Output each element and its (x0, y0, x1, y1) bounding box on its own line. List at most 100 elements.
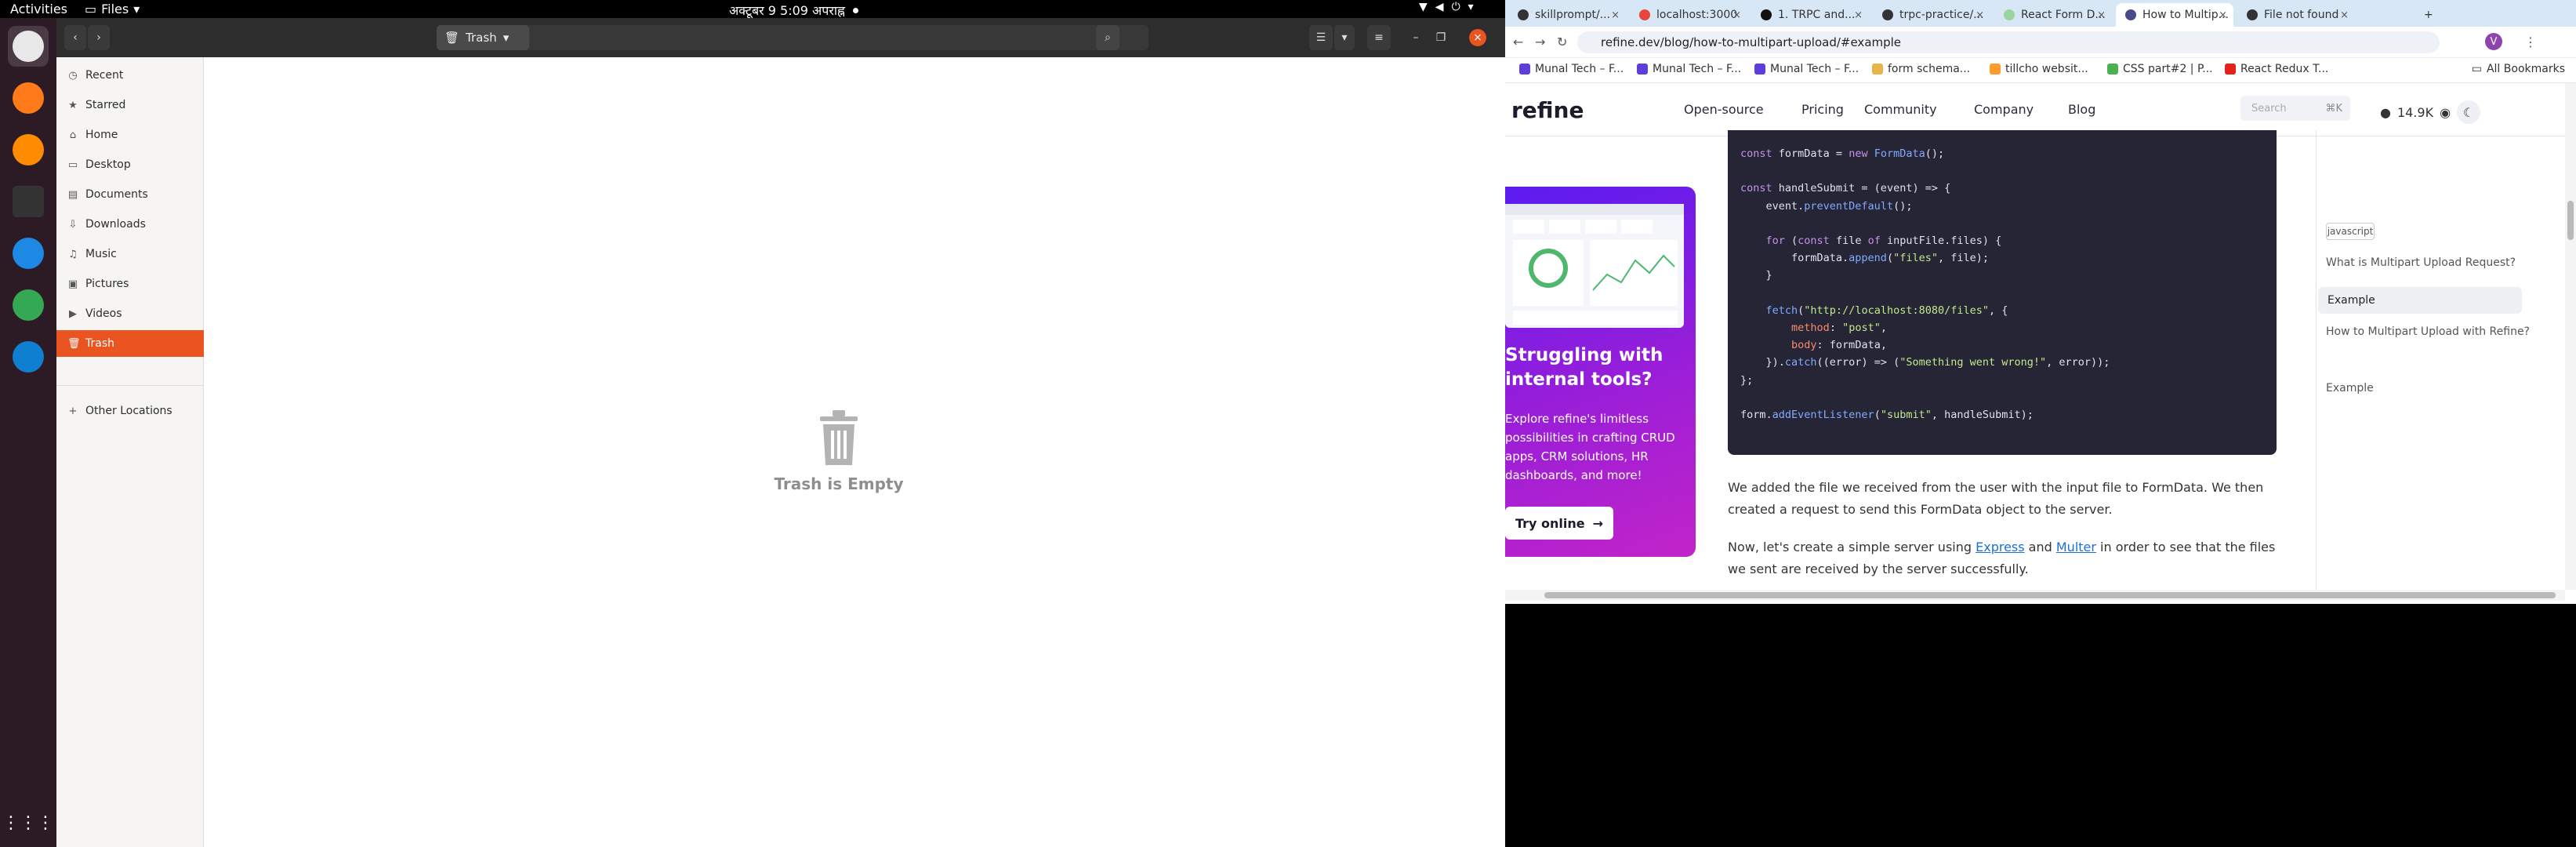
site-logo[interactable]: refine (1511, 97, 1584, 123)
tab-1[interactable]: skillprompt/... × (1508, 3, 1626, 27)
express-link[interactable]: Express (1976, 540, 2024, 554)
profile-avatar[interactable]: V (2485, 33, 2502, 50)
menu-button[interactable]: ≡ (1367, 25, 1391, 50)
files-icon[interactable] (8, 26, 49, 67)
kebab-menu-icon[interactable]: ⋮ (2524, 35, 2537, 49)
tab-6[interactable]: How to Multip... × (2116, 3, 2233, 27)
tag-javascript[interactable]: javascript (2326, 223, 2375, 240)
downloads-icon: ⇩ (68, 218, 78, 231)
tab-label: React Form D... (2021, 9, 2106, 21)
sidebar-item-downloads[interactable]: ⇩ Downloads (56, 211, 204, 238)
close-icon[interactable]: × (2097, 9, 2106, 21)
toc-item[interactable]: Example (2318, 287, 2522, 314)
tab-4[interactable]: trpc-practice/... × (1873, 3, 1990, 27)
bookmark-1[interactable]: Munal Tech – F... (1519, 63, 1624, 75)
discord-icon[interactable]: ◉ (2440, 105, 2451, 120)
theme-toggle-icon[interactable]: ☾ (2457, 100, 2481, 124)
forward-icon[interactable]: → (1535, 35, 1545, 49)
bookmark-6[interactable]: CSS part#2 | P... (2107, 63, 2213, 75)
show-apps-icon[interactable]: ⋮⋮⋮ (2, 802, 54, 843)
minimize-button[interactable]: – (1406, 25, 1425, 50)
code-line: for (const file of inputFile.files) { (1765, 234, 2002, 247)
scroll-thumb[interactable] (2567, 201, 2574, 240)
toc-item[interactable]: Example (2326, 380, 2530, 397)
bookmarks-bar: ▭ All Bookmarks Munal Tech – F... Munal T… (1505, 58, 2576, 83)
site-search[interactable]: Search ⌘K (2240, 96, 2350, 121)
app-menu[interactable]: ▭ Files ▾ (85, 2, 140, 16)
sidebar-item-documents[interactable]: ▤ Documents (56, 181, 204, 208)
github-stars[interactable]: ● 14.9K ◉ ☾ (2380, 100, 2481, 124)
sidebar-item-recent[interactable]: ◷ Recent (56, 62, 204, 89)
back-icon[interactable]: ← (1513, 35, 1523, 49)
activities-button[interactable]: Activities (10, 2, 67, 16)
firefox-icon-glyph (13, 82, 44, 114)
sidebar-item-label: Trash (85, 337, 114, 350)
close-icon[interactable]: × (1611, 9, 1620, 21)
close-button[interactable]: × (1469, 29, 1486, 46)
nav-community[interactable]: Community (1864, 102, 1937, 117)
bookmark-label: CSS part#2 | P... (2123, 63, 2213, 75)
chrome-icon[interactable] (8, 285, 49, 325)
firefox-icon[interactable] (8, 78, 49, 118)
reload-icon[interactable]: ↻ (1557, 35, 1567, 49)
sidebar-item-label: Videos (85, 307, 122, 320)
sidebar-item-trash[interactable]: 🗑 Trash (56, 330, 204, 357)
list-view-button[interactable]: ☰ (1309, 25, 1333, 50)
forward-button[interactable]: › (88, 25, 110, 50)
close-icon[interactable]: × (1976, 9, 1984, 21)
all-bookmarks[interactable]: ▭ All Bookmarks (2472, 63, 2565, 75)
toc-item[interactable]: How to Multipart Upload with Refine? (2326, 323, 2530, 340)
back-button[interactable]: ‹ (64, 25, 86, 50)
sidebar-item-desktop[interactable]: ▭ Desktop (56, 151, 204, 178)
tab-5[interactable]: React Form D... × (1994, 3, 2112, 27)
bookmark-3[interactable]: Munal Tech – F... (1754, 63, 1859, 75)
terminal-icon[interactable] (8, 181, 49, 222)
address-bar[interactable]: refine.dev/blog/how-to-multipart-upload/… (1577, 31, 2440, 53)
path-bar[interactable]: 🗑 Trash ▾ (437, 25, 1148, 50)
nav-blog[interactable]: Blog (2068, 102, 2095, 117)
maximize-button[interactable]: ❐ (1431, 25, 1450, 50)
close-icon[interactable]: × (1854, 9, 1863, 21)
horizontal-scrollbar[interactable] (1505, 590, 2565, 601)
view-options-button[interactable]: ▾ (1334, 25, 1355, 50)
nav-open-source[interactable]: Open-source (1684, 102, 1764, 117)
vscode-icon[interactable] (8, 233, 49, 274)
paragraph-2-text-b: and (2024, 540, 2056, 554)
bookmark-2[interactable]: Munal Tech – F... (1637, 63, 1741, 75)
try-online-button[interactable]: Try online → (1505, 507, 1613, 540)
close-icon[interactable]: × (2219, 9, 2227, 21)
tab-3[interactable]: 1. TRPC and... × (1751, 3, 1869, 27)
scroll-thumb[interactable] (1544, 592, 2556, 598)
toc-item[interactable]: What is Multipart Upload Request? (2326, 254, 2530, 271)
bookmark-7[interactable]: React Redux T... (2225, 63, 2328, 75)
edge-icon[interactable] (8, 336, 49, 377)
bookmark-4[interactable]: form schema... (1872, 63, 1970, 75)
vertical-scrollbar[interactable] (2565, 83, 2576, 590)
chevron-down-icon: ▾ (133, 2, 140, 16)
sidebar-item-other-locations[interactable]: + Other Locations (56, 398, 204, 424)
tab-2[interactable]: localhost:3000 × (1630, 3, 1747, 27)
close-icon[interactable]: × (2340, 9, 2349, 21)
path-crumb[interactable]: 🗑 Trash ▾ (437, 25, 529, 50)
new-tab-button[interactable]: + (2415, 3, 2433, 27)
sidebar-item-pictures[interactable]: ▣ Pictures (56, 271, 204, 297)
url-text: refine.dev/blog/how-to-multipart-upload/… (1601, 35, 1902, 49)
system-tray[interactable]: ▼ ◀ ⏻ ▾ (1419, 1, 1474, 13)
sidebar-item-starred[interactable]: ★ Starred (56, 92, 204, 118)
search-button[interactable]: ⌕ (1096, 25, 1119, 50)
nav-company[interactable]: Company (1974, 102, 2034, 117)
multer-link[interactable]: Multer (2056, 540, 2096, 554)
code-line: fetch("http://localhost:8080/files", { (1765, 304, 2008, 317)
vlc-icon[interactable] (8, 129, 49, 170)
sidebar-item-music[interactable]: ♫ Music (56, 241, 204, 267)
edge-icon-glyph (13, 341, 44, 373)
close-icon[interactable]: × (1732, 9, 1741, 21)
nav-pricing[interactable]: Pricing (1801, 102, 1844, 117)
sidebar-item-home[interactable]: ⌂ Home (56, 122, 204, 148)
clock[interactable]: अक्टूबर 9 5:09 अपराह्न (729, 2, 859, 19)
promo-card[interactable]: Struggling with internal tools? Explore … (1505, 187, 1696, 557)
sidebar-item-videos[interactable]: ▶ Videos (56, 300, 204, 327)
bookmark-favicon-icon (1637, 64, 1648, 75)
tab-7[interactable]: File not found × (2237, 3, 2355, 27)
bookmark-5[interactable]: tillcho websit... (1990, 63, 2088, 75)
